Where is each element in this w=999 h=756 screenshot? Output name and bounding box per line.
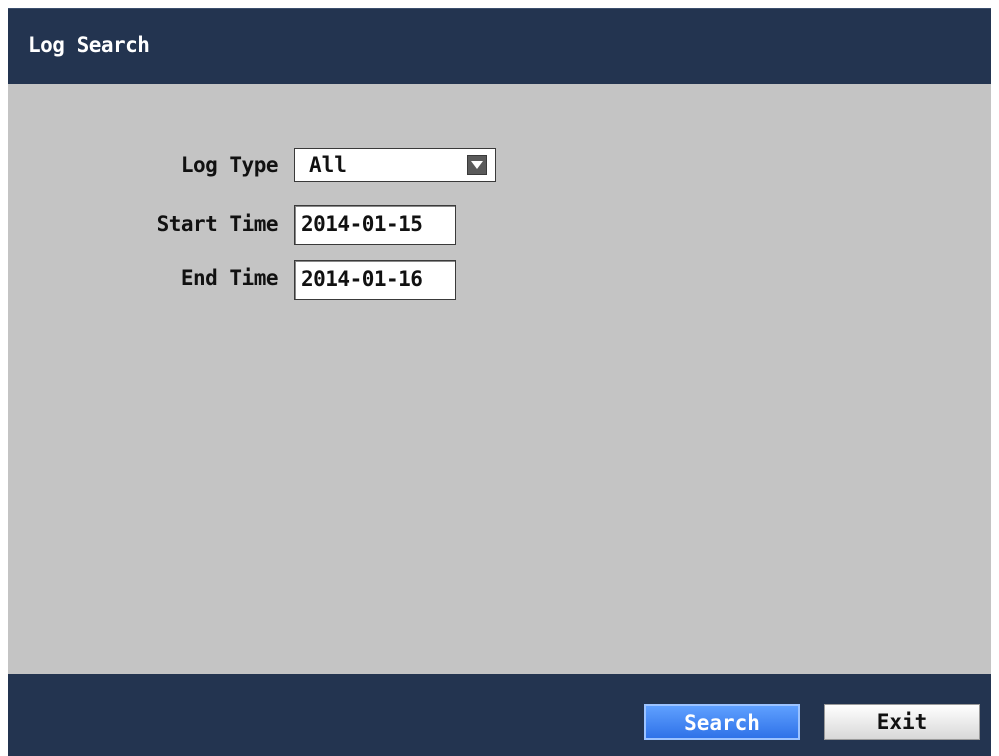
search-form-panel: Log Type All Start Time 2014-01-15 End T…	[8, 84, 991, 674]
start-time-label: Start Time	[156, 212, 279, 236]
footer-bar: Search Exit	[8, 674, 991, 756]
title-bar: Log Search	[8, 8, 991, 84]
log-search-window: Log Search Log Type All Start Time 2014-…	[8, 8, 991, 756]
chevron-down-icon[interactable]	[467, 155, 487, 175]
log-type-label: Log Type	[180, 153, 279, 177]
log-type-select[interactable]: All	[294, 148, 496, 182]
end-time-label: End Time	[180, 266, 279, 290]
exit-button[interactable]: Exit	[824, 704, 980, 740]
log-type-value: All	[309, 153, 347, 177]
end-time-field[interactable]: 2014-01-16	[294, 260, 456, 300]
window-title: Log Search	[28, 33, 150, 57]
search-button[interactable]: Search	[644, 704, 800, 740]
start-time-field[interactable]: 2014-01-15	[294, 205, 456, 245]
